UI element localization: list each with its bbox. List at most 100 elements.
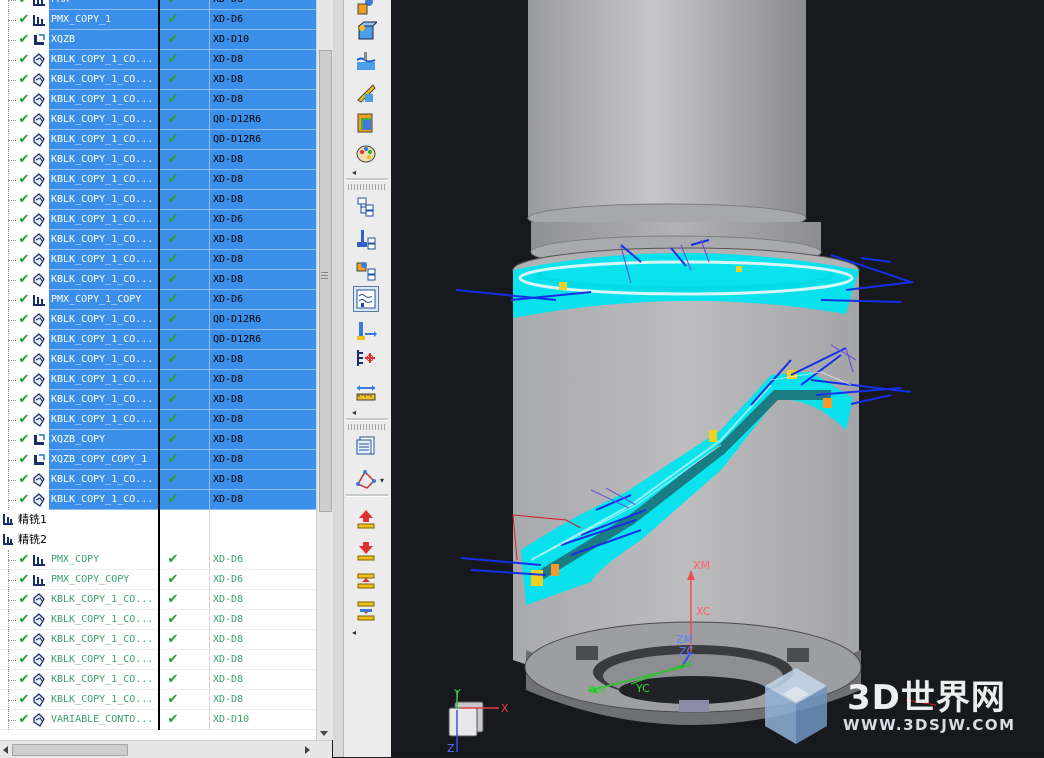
column-divider bbox=[209, 190, 210, 210]
operation-row[interactable]: ✔ KBLK_COPY_1_CO... ✔ XD-D8 bbox=[0, 250, 316, 270]
tree-line bbox=[0, 70, 16, 90]
tree-line bbox=[0, 30, 16, 50]
tool-name: QD-D12R6 bbox=[213, 114, 262, 125]
color-palette-icon[interactable] bbox=[353, 141, 379, 167]
post-process-icon[interactable] bbox=[353, 80, 379, 106]
scroll-left-icon[interactable] bbox=[3, 746, 8, 754]
operation-name: PMX_COPY_1 bbox=[49, 10, 160, 30]
toolbar-grip[interactable] bbox=[348, 184, 386, 190]
move-down-icon[interactable] bbox=[353, 538, 379, 564]
path-ok-icon: ✔ bbox=[167, 572, 179, 587]
operation-row[interactable]: ✔ KBLK_COPY_1_CO... ✔ XD-D6 bbox=[0, 210, 316, 230]
toolbar-divider bbox=[346, 494, 388, 497]
operation-row[interactable]: ✔ KBLK_COPY_1_CO... ✔ XD-D8 bbox=[0, 350, 316, 370]
operation-name: KBLK_COPY_1_CO... bbox=[51, 614, 154, 625]
scroll-down-icon[interactable] bbox=[320, 731, 328, 736]
operation-row[interactable]: ✔ KBLK_COPY_1_CO... ✔ XD-D8 bbox=[0, 690, 316, 710]
operation-row[interactable]: ✔ KBLK_COPY_1_CO... ✔ XD-D8 bbox=[0, 270, 316, 290]
operation-name: KBLK_COPY_1_CO... bbox=[49, 130, 160, 150]
operation-row[interactable]: ✔ KBLK_COPY_1_CO... ✔ QD-D12R6 bbox=[0, 110, 316, 130]
toolbar-overflow-icon[interactable]: ◂ bbox=[352, 168, 356, 177]
operation-navigator[interactable]: ✔PMX✔XD-D6✔PMX_COPY_1✔XD-D6✔XQZB✔XD-D10✔… bbox=[0, 0, 316, 740]
navigator-vertical-scrollbar[interactable] bbox=[316, 0, 333, 740]
check-mark-icon: ✔ bbox=[18, 312, 30, 327]
operation-row[interactable]: ✔ PMX_COPY_COPY ✔ XD-D6 bbox=[0, 570, 316, 590]
operation-row[interactable]: ✔ KBLK_COPY_1_CO... ✔ XD-D8 bbox=[0, 150, 316, 170]
operation-row[interactable]: ✔ KBLK_COPY_1_CO... ✔ XD-D8 bbox=[0, 70, 316, 90]
column-divider bbox=[209, 170, 210, 190]
operation-row[interactable]: ✔ KBLK_COPY_1_CO... ✔ XD-D8 bbox=[0, 670, 316, 690]
method-view-icon[interactable] bbox=[353, 286, 379, 312]
toolbar-grip[interactable] bbox=[348, 424, 386, 430]
contour-profile-icon bbox=[32, 93, 46, 107]
operation-list-icon[interactable] bbox=[353, 432, 379, 458]
machine-tool-view-icon[interactable] bbox=[353, 226, 379, 252]
scroll-right-icon[interactable] bbox=[305, 746, 310, 754]
operation-row[interactable]: ✔ KBLK_COPY_1_CO... ✔ XD-D8 bbox=[0, 230, 316, 250]
operation-row[interactable]: ✔ XQZB_COPY ✔ XD-D8 bbox=[0, 430, 316, 450]
operation-row[interactable]: ✔ KBLK_COPY_1_CO... ✔ XD-D8 bbox=[0, 370, 316, 390]
operation-row[interactable]: ✔ KBLK_COPY_1_CO... ✔ XD-D8 bbox=[0, 610, 316, 630]
operation-row[interactable]: ✔ PMX_COPY_1_COPY ✔ XD-D6 bbox=[0, 290, 316, 310]
panel-splitter[interactable] bbox=[333, 0, 343, 757]
tool-name: XD-D8 bbox=[213, 594, 244, 605]
operation-row[interactable]: ✔ PMX_COPY ✔ XD-D6 bbox=[0, 550, 316, 570]
operation-row[interactable]: ✔ XQZB_COPY_COPY_1 ✔ XD-D8 bbox=[0, 450, 316, 470]
feeds-speeds-icon[interactable] bbox=[353, 345, 379, 371]
operation-row[interactable]: ✔ KBLK_COPY_1_CO... ✔ XD-D8 bbox=[0, 50, 316, 70]
operation-row[interactable]: ✔ KBLK_COPY_1_CO... ✔ XD-D8 bbox=[0, 490, 316, 510]
insert-below-icon[interactable] bbox=[353, 598, 379, 624]
column-divider bbox=[158, 710, 160, 730]
operation-row[interactable]: ✔ KBLK_COPY_1_CO... ✔ XD-D8 bbox=[0, 410, 316, 430]
path-ok-icon: ✔ bbox=[167, 592, 179, 607]
operation-row[interactable]: ✔ KBLK_COPY_1_CO... ✔ XD-D8 bbox=[0, 390, 316, 410]
operation-row[interactable]: ✔ PMX ✔ XD-D6 bbox=[0, 0, 316, 10]
column-divider bbox=[209, 630, 210, 650]
graphics-viewport[interactable]: XM XC ZM ZC YM YC Y X Z 3D世界网 WWW.3DSJW.… bbox=[391, 0, 1044, 757]
check-mark-icon: ✔ bbox=[18, 112, 30, 127]
dropdown-arrow-icon[interactable]: ▾ bbox=[380, 476, 384, 485]
program-group-row[interactable]: 精铣1 bbox=[0, 510, 316, 530]
operation-name: KBLK_COPY_1_CO... bbox=[51, 674, 154, 685]
operation-row[interactable]: ✔ XQZB ✔ XD-D10 bbox=[0, 30, 316, 50]
toolbar-overflow-icon[interactable]: ◂ bbox=[352, 628, 356, 637]
measure-icon[interactable] bbox=[353, 380, 379, 406]
path-ok-icon: ✔ bbox=[167, 212, 179, 227]
toolbar-overflow-icon[interactable]: ◂ bbox=[352, 408, 356, 417]
path-ok-icon: ✔ bbox=[167, 72, 179, 87]
operation-row[interactable]: ✔ PMX_COPY_1 ✔ XD-D6 bbox=[0, 10, 316, 30]
column-divider bbox=[209, 230, 210, 250]
operation-row[interactable]: ✔ KBLK_COPY_1_CO... ✔ XD-D8 bbox=[0, 470, 316, 490]
operation-row[interactable]: ✔ KBLK_COPY_1_CO... ✔ XD-D8 bbox=[0, 190, 316, 210]
operation-row[interactable]: ✔ KBLK_COPY_1_CO... ✔ XD-D8 bbox=[0, 590, 316, 610]
tool-name: XD-D6 bbox=[213, 214, 244, 225]
insert-above-icon[interactable] bbox=[353, 568, 379, 594]
simulate-icon[interactable] bbox=[353, 48, 379, 74]
program-group-row[interactable]: 精铣2 bbox=[0, 530, 316, 550]
navigator-horizontal-scrollbar[interactable] bbox=[0, 740, 332, 758]
operation-row[interactable]: ✔ KBLK_COPY_1_CO... ✔ QD-D12R6 bbox=[0, 310, 316, 330]
part-model: XM XC ZM ZC YM YC Y X Z bbox=[447, 0, 937, 755]
tool-name: XD-D8 bbox=[213, 94, 244, 105]
tree-line bbox=[0, 470, 16, 490]
move-up-icon[interactable] bbox=[353, 506, 379, 532]
operation-row[interactable]: ✔ KBLK_COPY_1_CO... ✔ QD-D12R6 bbox=[0, 330, 316, 350]
tree-line bbox=[0, 710, 16, 730]
operation-row[interactable]: ✔ KBLK_COPY_1_CO... ✔ XD-D8 bbox=[0, 630, 316, 650]
create-geometry-icon[interactable] bbox=[353, 0, 379, 20]
operation-row[interactable]: ✔ VARIABLE_CONTO... ✔ XD-D10 bbox=[0, 710, 316, 730]
geometry-view-icon[interactable] bbox=[353, 257, 379, 283]
tool-axis-icon[interactable] bbox=[353, 318, 379, 344]
operation-row[interactable]: ✔ KBLK_COPY_1_CO... ✔ QD-D12R6 bbox=[0, 130, 316, 150]
tool-path-verify-icon[interactable] bbox=[353, 18, 379, 44]
scrollbar-thumb[interactable] bbox=[12, 744, 128, 756]
program-order-view-icon[interactable] bbox=[353, 193, 379, 219]
operation-row[interactable]: ✔ KBLK_COPY_1_CO... ✔ XD-D8 bbox=[0, 170, 316, 190]
tool-name: XD-D8 bbox=[213, 694, 244, 705]
operation-row[interactable]: ✔ KBLK_COPY_1_CO... ✔ XD-D8 bbox=[0, 650, 316, 670]
scrollbar-thumb[interactable] bbox=[319, 50, 332, 512]
operation-row[interactable]: ✔ KBLK_COPY_1_CO... ✔ XD-D8 bbox=[0, 90, 316, 110]
tree-line bbox=[0, 430, 16, 450]
shop-docs-icon[interactable] bbox=[353, 110, 379, 136]
generate-toolpath-icon[interactable] bbox=[353, 467, 379, 493]
